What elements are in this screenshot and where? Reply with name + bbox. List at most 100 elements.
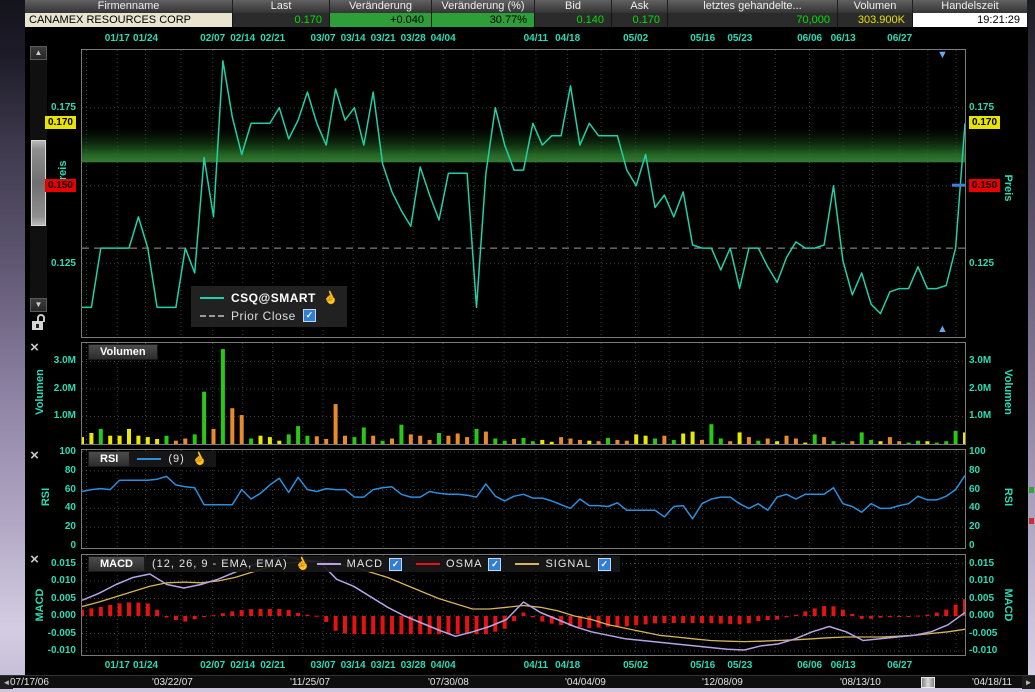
date-tick-label: 04/11	[524, 657, 548, 675]
scroll-down-button[interactable]: ▼	[30, 298, 47, 312]
osma-bar	[775, 616, 779, 620]
volume-bar	[390, 439, 394, 445]
quote-column-header[interactable]: Firmenname	[25, 0, 233, 13]
date-tick-label: 06/27	[887, 657, 912, 675]
quote-column-header[interactable]: Volumen	[838, 0, 913, 13]
volume-bar	[212, 429, 216, 444]
macd-legend: MACD✓OSMA✓SIGNAL✓	[317, 558, 611, 571]
quote-column-header[interactable]: Bid	[535, 0, 612, 13]
volume-bar	[916, 441, 920, 444]
quote-column-header[interactable]: letztes gehandelte...	[668, 0, 838, 13]
date-tick-label: 03/28	[401, 30, 426, 48]
time-range-scrollbar[interactable]: ◄ ► 07/17/06'03/22/07'11/25/07'07/30/08'…	[0, 675, 1035, 688]
date-tick-label: 04/04	[431, 657, 456, 675]
desktop-background-right	[1028, 0, 1035, 675]
volume-bar	[352, 437, 356, 444]
volume-bar	[475, 429, 479, 444]
volume-bar	[99, 429, 103, 444]
osma-bar	[888, 616, 892, 617]
osma-bar	[259, 609, 263, 616]
drag-hand-icon[interactable]: ☝	[292, 554, 311, 573]
volume-bar	[963, 432, 966, 444]
volume-bar	[700, 440, 704, 444]
volume-bar	[832, 441, 836, 444]
osma-bar	[268, 609, 272, 616]
date-tick-label: 02/14	[230, 30, 255, 48]
expand-panel-icon[interactable]: ▲	[937, 324, 948, 335]
osma-bar	[296, 613, 300, 616]
quote-column-header[interactable]: Last	[233, 0, 330, 13]
scrollbar-thumb[interactable]	[31, 140, 46, 226]
osma-bar	[747, 616, 751, 623]
drag-hand-icon[interactable]: ☝	[190, 449, 209, 468]
quote-column-header[interactable]: Handelszeit	[913, 0, 1028, 13]
quote-column-header[interactable]: Veränderung	[330, 0, 432, 13]
volume-chart[interactable]	[81, 342, 966, 445]
osma-bar	[709, 616, 713, 623]
osma-bar	[832, 606, 836, 616]
range-date-label: '04/18/11	[972, 676, 1012, 689]
osma-bar	[625, 616, 629, 626]
signal-checkbox[interactable]: ✓	[598, 558, 611, 571]
unlock-icon[interactable]	[32, 314, 46, 331]
volume-bar	[108, 436, 112, 444]
desktop-speck-green	[1029, 487, 1034, 493]
volume-bar	[81, 437, 84, 444]
quote-data-row[interactable]: CANAMEX RESOURCES CORP 0.170 +0.040 30.7…	[25, 13, 1028, 27]
range-scroll-right-button[interactable]: ►	[1022, 676, 1035, 689]
volume-bar	[343, 436, 347, 444]
volume-bar	[662, 436, 666, 444]
volume-bar	[362, 428, 366, 445]
volume-bar	[841, 443, 845, 444]
close-macd-panel-button[interactable]: ×	[27, 553, 42, 568]
collapse-panel-icon[interactable]: ▼	[937, 50, 948, 61]
macd-checkbox[interactable]: ✓	[389, 558, 402, 571]
volume-bar	[559, 437, 563, 444]
volume-tick-right: 3.0M	[969, 354, 991, 367]
volume-bar	[512, 439, 516, 444]
date-tick-label: 01/24	[133, 657, 158, 675]
rsi-tick-right: 40	[969, 501, 980, 514]
desktop-speck-red	[1029, 518, 1034, 524]
volume-bar	[925, 441, 929, 444]
volume-bar	[503, 441, 507, 444]
volume-bar	[277, 441, 281, 444]
osma-bar	[287, 610, 291, 616]
date-tick-label: 06/13	[831, 30, 856, 48]
drag-hand-icon[interactable]: ☝	[321, 288, 340, 307]
osma-bar	[794, 615, 798, 616]
rsi-tick-right: 20	[969, 520, 980, 533]
prior-close-checkbox[interactable]: ✓	[303, 309, 316, 322]
osma-legend-label: OSMA	[446, 558, 482, 570]
osma-bar	[850, 614, 854, 616]
range-scrollbar-thumb[interactable]	[921, 677, 935, 688]
signal-legend-label: SIGNAL	[545, 558, 591, 570]
volume-bar	[644, 436, 648, 444]
volume-bar	[249, 439, 253, 445]
macd-axis-label-left: MACD	[34, 575, 46, 635]
volume-bar	[484, 432, 488, 444]
osma-bar	[456, 616, 460, 634]
osma-bar	[418, 616, 422, 634]
volume-bar	[756, 441, 760, 444]
volume-bar	[803, 443, 807, 444]
close-volume-panel-button[interactable]: ×	[27, 341, 42, 356]
osma-checkbox[interactable]: ✓	[488, 558, 501, 571]
volume-bar	[672, 440, 676, 444]
osma-bar	[869, 616, 873, 619]
osma-bar	[522, 613, 526, 617]
osma-bar	[512, 616, 516, 621]
osma-bar	[954, 605, 958, 616]
osma-bar	[240, 610, 244, 616]
osma-bar	[879, 616, 883, 618]
quote-column-header[interactable]: Veränderung (%)	[432, 0, 535, 13]
close-rsi-panel-button[interactable]: ×	[27, 449, 42, 464]
quote-column-header[interactable]: Ask	[612, 0, 668, 13]
volume-panel-title: Volumen	[88, 344, 158, 360]
date-tick-label: 05/02	[623, 657, 648, 675]
osma-bar	[634, 616, 638, 625]
rsi-axis-label-left: RSI	[40, 467, 52, 527]
volume-axis-label-right: Volumen	[1002, 362, 1014, 422]
price-series-label: CSQ@SMART	[231, 291, 316, 305]
scroll-up-button[interactable]: ▲	[30, 46, 47, 60]
